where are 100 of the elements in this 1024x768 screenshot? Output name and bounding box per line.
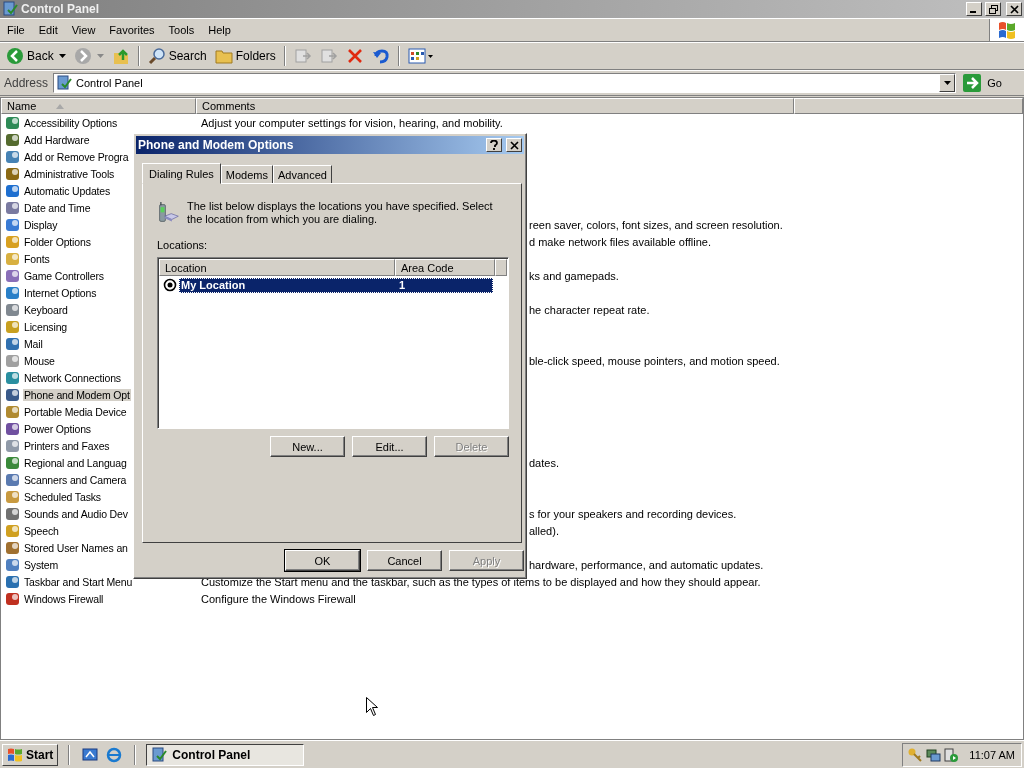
close-button[interactable] [1006, 2, 1022, 16]
comment-text: reen saver, colors, font sizes, and screen resolution. [529, 218, 783, 231]
control-panel-item[interactable]: Display [23, 218, 59, 231]
start-button[interactable]: Start [2, 743, 59, 766]
applet-icon [5, 522, 21, 539]
applet-icon [5, 556, 21, 573]
back-button[interactable]: Back [3, 46, 69, 66]
mouse-pointer-icon [366, 697, 378, 716]
views-icon [407, 47, 434, 65]
control-panel-item[interactable]: Power Options [23, 422, 92, 435]
comment-text: he character repeat rate. [529, 303, 650, 316]
tab[interactable]: Modems [220, 165, 273, 183]
search-icon [147, 47, 166, 65]
key-icon[interactable] [907, 746, 924, 763]
comment-text: alled). [529, 524, 559, 537]
applet-icon [5, 505, 21, 522]
control-panel-item[interactable]: Taskbar and Start Menu [23, 575, 134, 588]
control-panel-item[interactable]: System [23, 558, 60, 571]
dropdown-button[interactable] [939, 74, 956, 92]
taskbar-button[interactable]: Control Panel [146, 743, 305, 766]
sort-arrow-icon [56, 103, 65, 109]
applet-icon [5, 454, 21, 471]
control-panel-item[interactable]: Stored User Names an [23, 541, 129, 554]
undo-icon [371, 47, 390, 65]
network-icon[interactable] [925, 746, 942, 763]
action-button[interactable]: Edit... [352, 436, 427, 457]
comment-text: ks and gamepads. [529, 269, 619, 282]
minimize-button[interactable] [966, 2, 982, 16]
desktop-icon[interactable] [82, 746, 99, 763]
applet-icon [5, 233, 21, 250]
caret-icon [96, 54, 104, 58]
applet-icon [5, 352, 21, 369]
control-panel-item[interactable]: Windows Firewall [23, 592, 105, 605]
control-panel-item[interactable]: Keyboard [23, 303, 69, 316]
close-button[interactable] [506, 138, 522, 152]
search-button[interactable]: Search [144, 46, 210, 66]
control-panel-item[interactable]: Licensing [23, 320, 68, 333]
tab[interactable]: Advanced [273, 165, 332, 183]
clock: 11:07 AM [969, 748, 1015, 761]
browser-icon[interactable] [106, 746, 123, 763]
comment-text: Adjust your computer settings for vision, hearing, and mobility. [201, 116, 503, 129]
control-panel-item[interactable]: Add or Remove Progra [23, 150, 130, 163]
windows-flag-icon [7, 747, 23, 762]
applet-icon [5, 148, 21, 165]
control-panel-item[interactable]: Folder Options [23, 235, 92, 248]
tab[interactable]: Dialing Rules [142, 163, 221, 184]
applet-icon [5, 114, 21, 131]
control-panel-item[interactable]: Date and Time [23, 201, 92, 214]
menu-item[interactable]: Help [201, 24, 238, 36]
control-panel-icon [151, 746, 168, 763]
folders-button[interactable]: Folders [211, 46, 279, 66]
dialog-button[interactable]: Cancel [367, 550, 442, 571]
control-panel-item[interactable]: Accessibility Options [23, 116, 119, 129]
help-button[interactable] [486, 138, 502, 152]
applet-icon [5, 165, 21, 182]
column-header[interactable]: Name [1, 98, 196, 114]
dialog-button[interactable]: OK [285, 550, 360, 571]
control-panel-item[interactable]: Sounds and Audio Dev [23, 507, 129, 520]
go-button[interactable]: Go [959, 74, 1022, 92]
control-panel-item[interactable]: Portable Media Device [23, 405, 128, 418]
address-text: Control Panel [76, 77, 143, 89]
radio-icon [163, 278, 177, 292]
location-row[interactable]: My Location 1 [179, 277, 493, 293]
control-panel-item[interactable]: Fonts [23, 252, 51, 265]
control-panel-item[interactable]: Scanners and Camera [23, 473, 128, 486]
menu-item[interactable]: View [64, 24, 103, 36]
action-button[interactable]: New... [270, 436, 345, 457]
control-panel-item[interactable]: Printers and Faxes [23, 439, 111, 452]
close-icon [509, 140, 519, 150]
applet-icon [5, 250, 21, 267]
control-panel-item[interactable]: Add Hardware [23, 133, 91, 146]
applet-icon [5, 131, 21, 148]
control-panel-item[interactable]: Internet Options [23, 286, 98, 299]
menu-item[interactable]: Edit [31, 24, 65, 36]
control-panel-item[interactable]: Regional and Languag [23, 456, 128, 469]
column-header[interactable]: Location [159, 259, 395, 276]
control-panel-item[interactable]: Network Connections [23, 371, 122, 384]
menu-item[interactable]: Favorites [102, 24, 162, 36]
copy-to-icon [319, 47, 338, 65]
control-panel-item[interactable]: Game Controllers [23, 269, 105, 282]
menu-item[interactable]: File [0, 24, 32, 36]
comment-text: dates. [529, 456, 559, 469]
column-header[interactable]: Area Code [395, 259, 495, 276]
control-panel-item[interactable]: Automatic Updates [23, 184, 112, 197]
control-panel-item[interactable]: Administrative Tools [23, 167, 116, 180]
control-panel-item[interactable]: Phone and Modem Opt [23, 388, 131, 401]
caret-icon [58, 54, 66, 58]
control-panel-item[interactable]: Speech [23, 524, 60, 537]
folder-up-icon [111, 47, 130, 65]
control-panel-item[interactable]: Mail [23, 337, 44, 350]
control-panel-item[interactable]: Mouse [23, 354, 56, 367]
address-field[interactable]: Control Panel [53, 73, 957, 93]
applet-icon [5, 488, 21, 505]
menu-item[interactable]: Tools [161, 24, 202, 36]
device-icon[interactable] [943, 746, 960, 763]
restore-button[interactable] [985, 2, 1001, 16]
restore-icon [988, 4, 998, 14]
control-panel-item[interactable]: Scheduled Tasks [23, 490, 102, 503]
applet-icon [5, 369, 21, 386]
column-header[interactable]: Comments [196, 98, 794, 114]
